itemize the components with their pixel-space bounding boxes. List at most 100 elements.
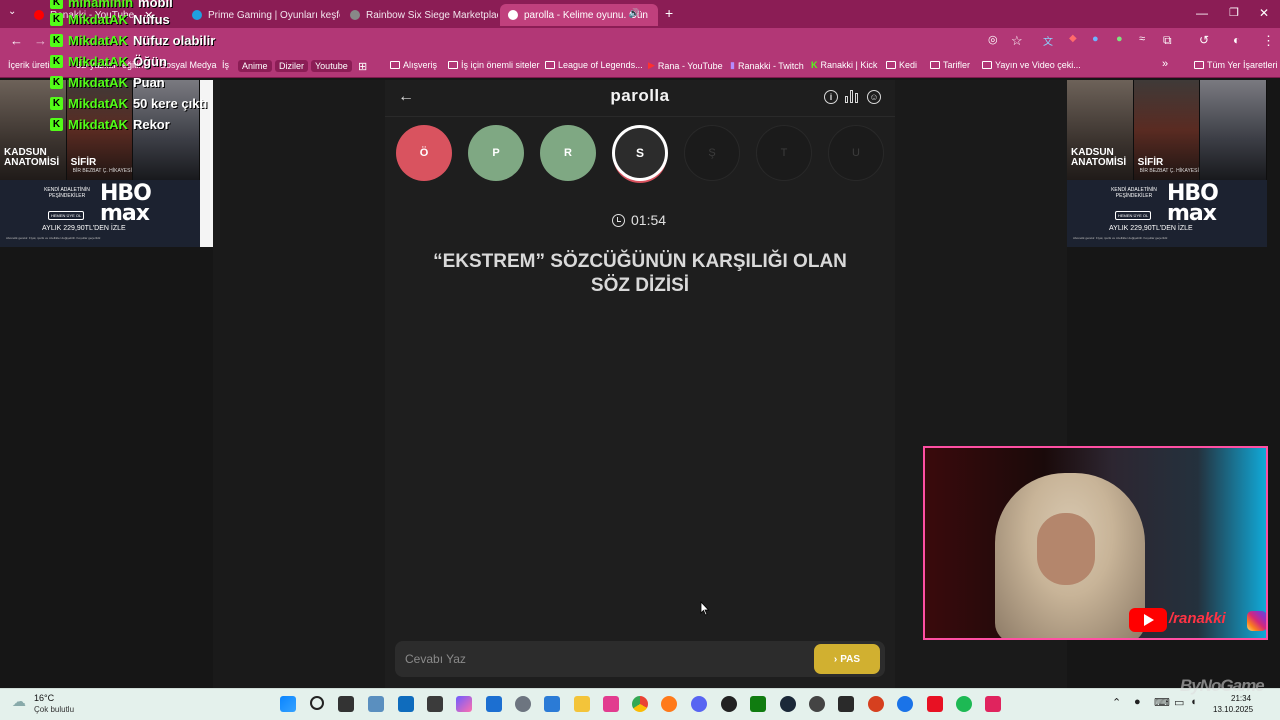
eye-off-icon[interactable]: ◎ — [988, 33, 998, 46]
bookmark-folder[interactable]: Alışveriş — [390, 60, 437, 70]
ad-poster: KADSUN ANATOMİSİ — [1067, 80, 1134, 180]
back-arrow-icon[interactable]: ← — [398, 88, 414, 106]
extension-green-icon[interactable]: ● — [1116, 33, 1123, 45]
pass-button[interactable]: › PAS — [814, 644, 880, 674]
chat-username: MikdatAK — [68, 117, 128, 132]
bookmark-item[interactable]: Sosyal Medya — [160, 60, 217, 70]
tray-chevron-icon[interactable]: ⌃ — [1112, 696, 1121, 709]
parolla-logo[interactable]: parolla — [540, 86, 740, 106]
extension-red-icon[interactable]: ◆ — [1069, 33, 1077, 44]
app-icon[interactable] — [927, 696, 943, 712]
extension-blue-icon[interactable]: ● — [1092, 33, 1099, 45]
ad-poster-title: KADSUN ANATOMİSİ — [4, 147, 60, 168]
apps-grid-icon[interactable]: ⊞ — [358, 60, 367, 73]
answer-input[interactable] — [405, 649, 805, 669]
ad-price: AYLIK 229,90TL'DEN İZLE — [1109, 225, 1193, 232]
extensions-puzzle-icon[interactable]: ⧉ — [1163, 33, 1172, 48]
bookmark-item[interactable]: Anime — [238, 60, 272, 72]
store-icon[interactable] — [486, 696, 502, 712]
bookmark-folder[interactable]: Tarifler — [930, 60, 970, 70]
bookmark-folder[interactable]: League of Legends... — [545, 60, 643, 70]
discord-icon[interactable] — [691, 696, 707, 712]
extension-wave-icon[interactable]: ≈ — [1139, 33, 1145, 45]
settings-gear-icon[interactable] — [515, 696, 531, 712]
app-icon[interactable] — [897, 696, 913, 712]
bookmark-label: Youtube — [315, 61, 348, 71]
bookmark-folder[interactable]: Yayın ve Video çeki... — [982, 60, 1081, 70]
tab-rainbow-six[interactable]: Rainbow Six Siege Marketplace ✕ — [342, 4, 498, 26]
speaker-icon[interactable]: 🔊 — [629, 8, 640, 19]
stats-icon[interactable] — [845, 88, 860, 103]
outlook-icon[interactable] — [398, 696, 414, 712]
epic-games-icon[interactable] — [838, 696, 854, 712]
search-icon[interactable] — [310, 696, 324, 710]
ad-cta-button[interactable]: HEMEN ÜYE OL — [48, 211, 85, 220]
widgets-icon[interactable] — [368, 696, 384, 712]
pass-label: PAS — [840, 653, 861, 665]
bookmark-item[interactable]: K Ranakki | Kick — [811, 60, 877, 70]
tab-parolla[interactable]: parolla - Kelime oyunu. Gün 🔊 ✕ — [500, 4, 658, 26]
firefox-icon[interactable] — [661, 696, 677, 712]
photos-icon[interactable] — [544, 696, 560, 712]
profile-icon[interactable]: ☺ — [867, 90, 881, 104]
profile-avatar-icon[interactable]: ◐ — [1233, 33, 1240, 47]
right-hbo-ad[interactable]: KADSUN ANATOMİSİ SİFİR BİR BEZBAT Ç. HİKA… — [1067, 80, 1267, 247]
history-icon[interactable]: ↺ — [1199, 33, 1209, 47]
info-icon[interactable]: i — [824, 90, 838, 104]
tab-search-icon[interactable]: ⌄ — [8, 6, 16, 17]
bookmark-item[interactable]: İçerik üretici — [8, 60, 56, 70]
letter-circle: T — [756, 125, 812, 181]
bookmark-item[interactable]: İş — [222, 60, 229, 70]
keyboard-icon[interactable]: ⌨ — [1154, 696, 1170, 709]
chat-username: MikdatAK — [68, 54, 128, 69]
windows-start-icon[interactable] — [280, 696, 296, 712]
volume-icon[interactable]: ◖ — [1190, 696, 1197, 708]
window-close-icon[interactable]: ✕ — [1259, 6, 1269, 20]
app-icon[interactable] — [868, 696, 884, 712]
bookmark-item[interactable]: ▮ Ranakki - Twitch — [730, 60, 804, 71]
all-bookmarks-folder[interactable]: Tüm Yer İşaretleri — [1194, 60, 1278, 70]
stats-bar — [850, 90, 853, 103]
bookmark-item[interactable]: Diziler — [275, 60, 309, 72]
chrome-icon[interactable] — [632, 696, 648, 712]
bookmark-item[interactable]: Youtube — [311, 60, 352, 72]
new-tab-button[interactable]: + — [665, 5, 673, 21]
steam-icon[interactable] — [780, 696, 796, 712]
weather-temperature[interactable]: 16°C — [34, 693, 54, 703]
media-icon[interactable] — [603, 696, 619, 712]
menu-kebab-icon[interactable]: ⋮ — [1262, 33, 1275, 49]
bookmark-item[interactable]: ▶ Rana - YouTube — [648, 60, 723, 71]
app-icon[interactable] — [985, 696, 1001, 712]
taskview-icon[interactable] — [338, 696, 354, 712]
app-icon[interactable] — [721, 696, 737, 712]
ad-cta-button[interactable]: HEMEN ÜYE OL — [1115, 211, 1152, 220]
bookmark-star-icon[interactable]: ☆ — [1011, 33, 1023, 49]
chat-text: Nüfuz olabilir — [132, 33, 216, 48]
microphone-icon[interactable]: ● — [1134, 696, 1141, 708]
kick-icon: K — [50, 97, 63, 110]
restore-icon[interactable]: ❐ — [1229, 6, 1239, 19]
extension-translate-icon[interactable]: 文 — [1043, 33, 1053, 48]
bookmark-folder[interactable]: İş için önemli siteler — [448, 60, 540, 70]
forward-icon[interactable]: → — [34, 33, 47, 48]
clock-date[interactable]: 13.10.2025 — [1213, 705, 1253, 714]
letter-circle: Ö — [396, 125, 452, 181]
bookmarks-more-button[interactable]: » — [1162, 58, 1168, 70]
weather-icon[interactable]: ☁ — [12, 693, 26, 710]
timer: 01:54 — [612, 212, 666, 228]
weather-description[interactable]: Çok bulutlu — [34, 705, 74, 714]
tab-prime-gaming[interactable]: Prime Gaming | Oyunları keşfet ✕ — [184, 4, 340, 26]
chat-message: K MikdatAK Puan — [50, 75, 165, 90]
clock-time[interactable]: 21:34 — [1231, 694, 1251, 703]
spotify-icon[interactable] — [956, 696, 972, 712]
app-icon[interactable] — [809, 696, 825, 712]
minimize-icon[interactable]: — — [1196, 6, 1208, 20]
copilot-icon[interactable] — [456, 696, 472, 712]
bookmark-folder[interactable]: Kedi — [886, 60, 917, 70]
app-icon[interactable] — [427, 696, 443, 712]
xbox-icon[interactable] — [750, 696, 766, 712]
file-explorer-icon[interactable] — [574, 696, 590, 712]
chat-username: MikdatAK — [68, 96, 128, 111]
network-icon[interactable]: ▭ — [1174, 696, 1184, 709]
back-icon[interactable]: ← — [10, 33, 23, 48]
